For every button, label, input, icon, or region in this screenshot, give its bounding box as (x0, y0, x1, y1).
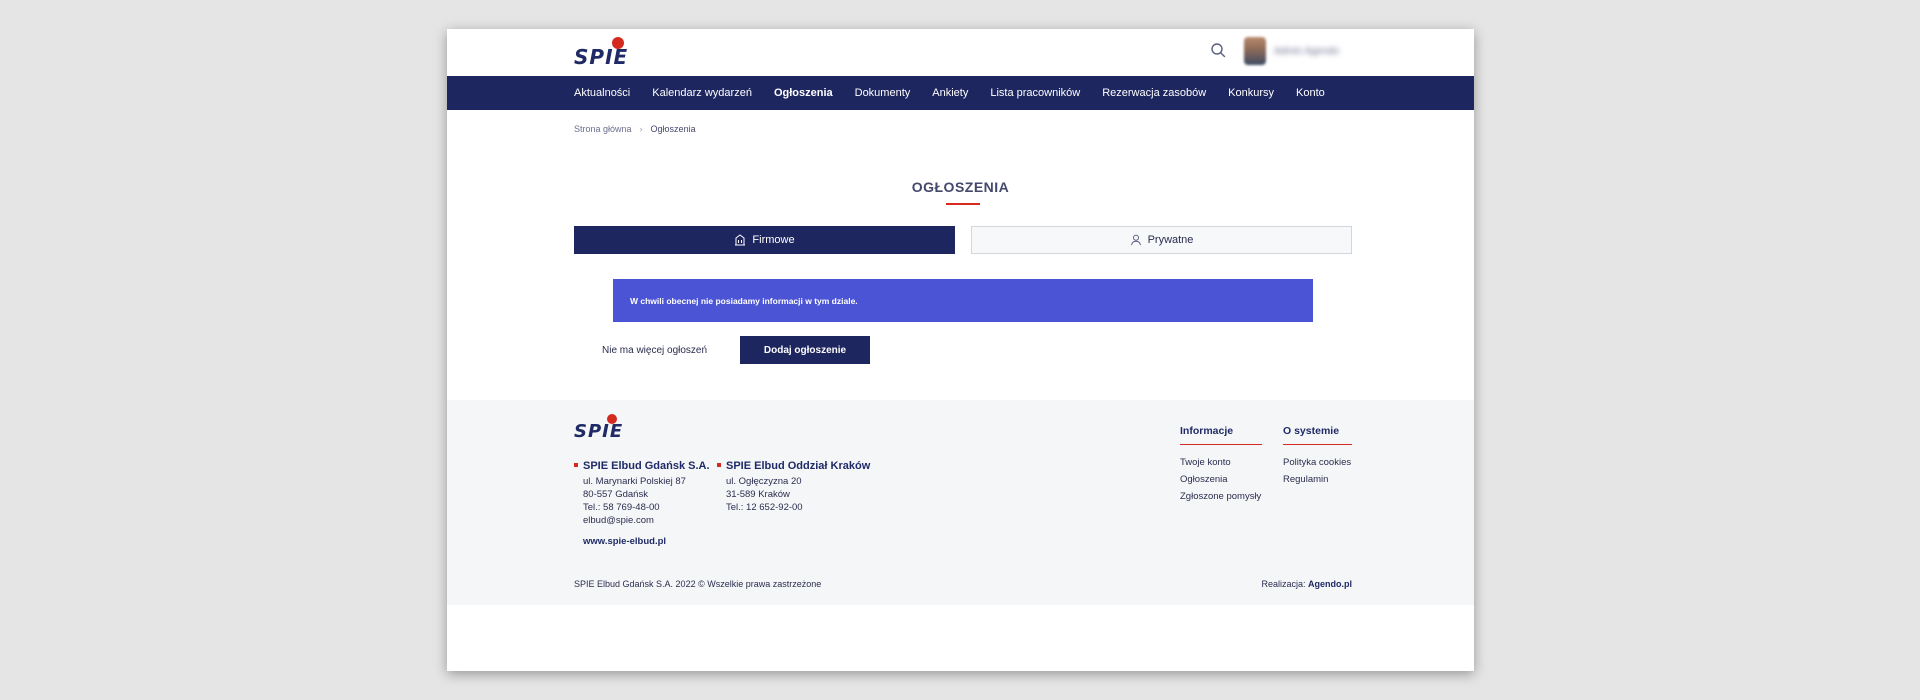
footer-system-column: O systemie Polityka cookies Regulamin (1283, 425, 1352, 488)
website-link[interactable]: www.spie-elbud.pl (583, 536, 666, 547)
tab-private-label: Prywatne (1147, 234, 1194, 246)
nav-item-rezerwacja[interactable]: Rezerwacja zasobów (1102, 87, 1206, 99)
company-krakow: SPIE Elbud Oddział Kraków ul. Ogłęczyzna… (717, 460, 870, 514)
user-menu[interactable]: Admin Agendo (1244, 37, 1339, 65)
footer-link-twoje-konto[interactable]: Twoje konto (1180, 454, 1262, 471)
title-underline (946, 203, 980, 205)
building-icon (735, 234, 746, 246)
footer-link-polityka-cookies[interactable]: Polityka cookies (1283, 454, 1352, 471)
nav-item-dokumenty[interactable]: Dokumenty (855, 87, 911, 99)
add-announcement-button[interactable]: Dodaj ogłoszenie (740, 336, 870, 364)
nav-item-lista-pracownikow[interactable]: Lista pracowników (990, 87, 1080, 99)
company-city: 80-557 Gdańsk (583, 489, 648, 500)
footer-link-regulamin[interactable]: Regulamin (1283, 471, 1352, 488)
tab-company[interactable]: Firmowe (574, 226, 955, 254)
nav-item-kalendarz[interactable]: Kalendarz wydarzeń (652, 87, 752, 99)
logo-text: SPIE (574, 45, 629, 69)
agendo-link[interactable]: Agendo.pl (1308, 579, 1352, 589)
avatar (1244, 37, 1266, 65)
footer-system-title: O systemie (1283, 425, 1352, 445)
footer-logo-text: SPIE (574, 421, 624, 442)
company-phone: Tel.: 58 769-48-00 (583, 502, 660, 513)
realization-label: Realizacja: (1261, 579, 1306, 589)
user-name: Admin Agendo (1274, 45, 1340, 57)
company-name: SPIE Elbud Gdańsk S.A. (583, 460, 710, 472)
search-icon[interactable] (1210, 42, 1226, 58)
footer-info-title: Informacje (1180, 425, 1262, 445)
footer: SPIE SPIE Elbud Gdańsk S.A. ul. Marynark… (447, 400, 1474, 605)
bullet-icon (717, 463, 721, 467)
info-message: W chwili obecnej nie posiadamy informacj… (613, 279, 1313, 322)
breadcrumb-home[interactable]: Strona główna (574, 124, 632, 134)
no-more-label: Nie ma więcej ogłoszeń (602, 345, 708, 356)
company-name: SPIE Elbud Oddział Kraków (726, 460, 871, 472)
breadcrumb-separator: › (639, 124, 643, 134)
nav-item-ankiety[interactable]: Ankiety (932, 87, 968, 99)
breadcrumb: Strona główna › Ogłoszenia (574, 124, 696, 134)
bullet-icon (574, 463, 578, 467)
company-phone: Tel.: 12 652-92-00 (726, 502, 803, 513)
footer-info-column: Informacje Twoje konto Ogłoszenia Zgłosz… (1180, 425, 1262, 505)
user-icon (1130, 234, 1141, 246)
spie-logo[interactable]: SPIE (574, 37, 640, 69)
nav-item-konkursy[interactable]: Konkursy (1228, 87, 1274, 99)
footer-link-zgloszone-pomysly[interactable]: Zgłoszone pomysły (1180, 488, 1262, 505)
footer-link-ogloszenia[interactable]: Ogłoszenia (1180, 471, 1262, 488)
company-gdansk: SPIE Elbud Gdańsk S.A. ul. Marynarki Pol… (574, 460, 710, 527)
tab-company-label: Firmowe (752, 234, 795, 246)
company-city: 31-589 Kraków (726, 489, 790, 500)
company-email[interactable]: elbud@spie.com (583, 514, 710, 527)
tab-private[interactable]: Prywatne (971, 226, 1352, 254)
nav-item-aktualnosci[interactable]: Aktualności (574, 87, 630, 99)
main-nav: Aktualności Kalendarz wydarzeń Ogłoszeni… (447, 76, 1474, 110)
nav-item-konto[interactable]: Konto (1296, 87, 1325, 99)
nav-item-ogloszenia[interactable]: Ogłoszenia (774, 87, 833, 99)
top-header: SPIE Admin Agendo (447, 29, 1474, 76)
announcement-tabs: Firmowe Prywatne (574, 226, 1352, 254)
breadcrumb-current: Ogłoszenia (650, 124, 696, 134)
copyright-text: SPIE Elbud Gdańsk S.A. 2022 © Wszelkie p… (574, 579, 822, 589)
footer-logo[interactable]: SPIE (574, 414, 634, 442)
page-title: OGŁOSZENIA (911, 179, 1010, 195)
company-street: ul. Marynarki Polskiej 87 (583, 476, 686, 487)
app-window: SPIE Admin Agendo Aktualności Kalendarz … (447, 29, 1474, 671)
realization-credit: Realizacja: Agendo.pl (1261, 579, 1352, 589)
company-street: ul. Ogłęczyzna 20 (726, 476, 802, 487)
